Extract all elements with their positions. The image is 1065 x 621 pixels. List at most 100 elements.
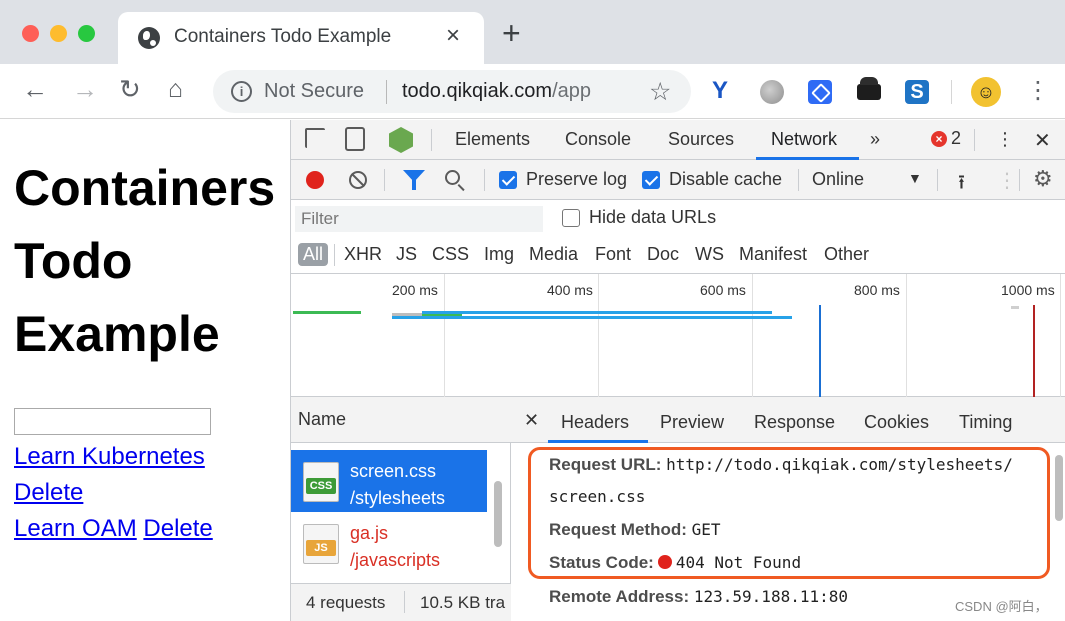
url-text[interactable]: todo.qikqiak.com/app <box>402 80 591 103</box>
delete-link[interactable]: Delete <box>14 479 83 506</box>
devtools-menu-icon[interactable]: ⋮ <box>996 129 1014 150</box>
timeline-gridline <box>752 274 753 397</box>
node-icon[interactable] <box>389 127 413 153</box>
address-bar[interactable]: i Not Secure todo.qikqiak.com/app ☆ <box>213 70 691 113</box>
timeline-bar <box>392 316 792 319</box>
window-close-button[interactable] <box>22 25 39 42</box>
active-detail-tab-indicator <box>548 440 648 443</box>
timeline-gridline <box>598 274 599 397</box>
type-filter-media[interactable]: Media <box>529 244 578 265</box>
type-filter-css[interactable]: CSS <box>432 244 469 265</box>
type-filter-other[interactable]: Other <box>824 244 869 265</box>
tab-cookies[interactable]: Cookies <box>864 412 929 433</box>
browser-menu-icon[interactable]: ⋮ <box>1026 76 1050 106</box>
more-tabs-button[interactable]: » <box>870 129 880 150</box>
extension-incognito-icon[interactable] <box>857 77 881 100</box>
css-badge: CSS <box>306 478 336 494</box>
reload-button[interactable]: ↻ <box>119 74 141 104</box>
detail-tabbar: ✕ Headers Preview Response Cookies Timin… <box>511 397 1065 443</box>
highlight-annotation <box>528 447 1050 579</box>
search-icon[interactable] <box>445 170 460 185</box>
forward-button[interactable]: → <box>72 74 98 104</box>
error-count-badge[interactable]: × 2 <box>931 128 961 149</box>
preserve-log-label: Preserve log <box>526 169 628 189</box>
extension-blue-icon[interactable] <box>808 80 832 104</box>
record-button[interactable] <box>306 171 324 189</box>
type-filter-all[interactable]: All <box>298 243 329 266</box>
tab-console[interactable]: Console <box>565 129 631 150</box>
tabbar-divider <box>974 129 975 151</box>
tab-network[interactable]: Network <box>771 129 837 150</box>
request-name: ga.js/javascripts <box>350 523 441 570</box>
browser-tab[interactable]: Containers Todo Example × <box>118 12 484 64</box>
disable-cache-label: Disable cache <box>669 169 783 189</box>
todo-link-oam[interactable]: Learn OAM <box>14 515 137 542</box>
detail-scrollbar[interactable] <box>1055 455 1063 521</box>
new-tab-button[interactable]: + <box>502 17 521 49</box>
request-row[interactable]: JS ga.js/javascripts <box>291 512 487 574</box>
tab-strip: Containers Todo Example × + <box>0 0 1065 64</box>
info-icon[interactable]: i <box>231 81 252 102</box>
css-file-icon: CSS <box>303 462 339 502</box>
remote-address-row: Remote Address: 123.59.188.11:80 <box>549 587 848 607</box>
bookmark-star-icon[interactable]: ☆ <box>649 77 671 107</box>
request-row[interactable] <box>291 574 487 583</box>
import-har-icon[interactable]: ⭱ <box>958 168 965 202</box>
profile-avatar[interactable]: ☺ <box>971 77 1001 107</box>
network-toolbar: Preserve log Disable cache Online ▼ ⭱ ⋮ … <box>291 160 1065 200</box>
type-filter-doc[interactable]: Doc <box>647 244 679 265</box>
toolbar-divider <box>1019 169 1020 191</box>
name-column-header[interactable]: Name <box>298 409 346 430</box>
disable-cache-checkbox[interactable] <box>642 171 660 189</box>
tab-close-button[interactable]: × <box>446 22 460 50</box>
type-filter-ws[interactable]: WS <box>695 244 724 265</box>
tab-response[interactable]: Response <box>754 412 835 433</box>
web-page: Containers Todo Example Learn Kubernetes… <box>0 120 290 621</box>
extension-s-icon[interactable]: S <box>905 80 929 104</box>
timeline-tick: 600 ms <box>700 282 746 298</box>
todo-input[interactable] <box>14 408 211 435</box>
extension-y-icon[interactable]: Y <box>712 77 736 104</box>
dom-content-loaded-line <box>819 305 821 397</box>
hide-data-urls-checkbox[interactable] <box>562 209 580 227</box>
tab-headers[interactable]: Headers <box>561 412 629 433</box>
tab-sources[interactable]: Sources <box>668 129 734 150</box>
todo-link-kubernetes[interactable]: Learn Kubernetes <box>14 443 205 470</box>
network-timeline[interactable]: 200 ms 400 ms 600 ms 800 ms 1000 ms <box>291 274 1065 397</box>
window-maximize-button[interactable] <box>78 25 95 42</box>
clear-button[interactable] <box>349 171 367 189</box>
tab-timing[interactable]: Timing <box>959 412 1012 433</box>
close-icon[interactable]: ✕ <box>524 410 539 431</box>
device-toolbar-icon[interactable] <box>345 127 365 151</box>
tab-preview[interactable]: Preview <box>660 412 724 433</box>
export-har-icon[interactable]: ⋮ <box>997 168 1017 193</box>
transferred-size: 10.5 KB tra <box>420 593 506 612</box>
error-count: 2 <box>951 128 962 148</box>
back-button[interactable]: ← <box>22 74 48 104</box>
filter-icon[interactable] <box>403 170 425 190</box>
type-filter-manifest[interactable]: Manifest <box>739 244 807 265</box>
toolbar-divider <box>798 169 799 191</box>
type-filter-img[interactable]: Img <box>484 244 514 265</box>
window-minimize-button[interactable] <box>50 25 67 42</box>
type-filter-font[interactable]: Font <box>595 244 631 265</box>
inspect-element-icon[interactable] <box>305 128 325 148</box>
extension-grey-icon[interactable] <box>760 80 784 104</box>
devtools-close-icon[interactable]: ✕ <box>1034 128 1051 153</box>
remote-address-key: Remote Address: <box>549 587 690 606</box>
request-row[interactable]: CSS screen.css/stylesheets <box>291 450 487 512</box>
type-filter-js[interactable]: JS <box>396 244 417 265</box>
preserve-log-checkbox[interactable] <box>499 171 517 189</box>
chevron-down-icon[interactable]: ▼ <box>908 170 922 186</box>
throttling-select[interactable]: Online <box>812 169 864 190</box>
filter-input[interactable] <box>295 206 543 232</box>
tab-elements[interactable]: Elements <box>455 129 530 150</box>
home-button[interactable]: ⌂ <box>168 74 183 104</box>
request-count: 4 requests <box>306 593 386 612</box>
type-filter-xhr[interactable]: XHR <box>344 244 382 265</box>
remote-address-value: 123.59.188.11:80 <box>693 587 848 606</box>
gear-icon[interactable]: ⚙ <box>1033 166 1053 192</box>
delete-link[interactable]: Delete <box>143 515 212 542</box>
request-list-scrollbar[interactable] <box>494 481 502 547</box>
request-list-header: Name <box>291 397 511 443</box>
